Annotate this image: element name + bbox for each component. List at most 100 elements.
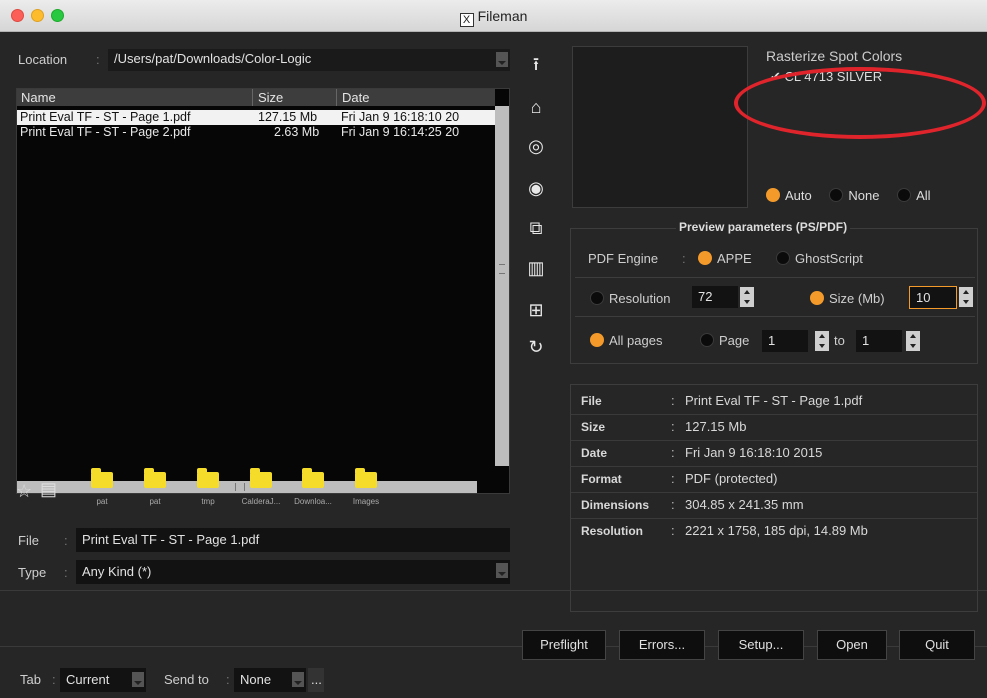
divider [0, 590, 987, 591]
page-from-stepper[interactable] [815, 331, 829, 351]
page-from-input[interactable]: 1 [762, 330, 808, 352]
type-label: Type [18, 565, 47, 580]
tab-value: Current [66, 672, 110, 687]
radio-off-icon [590, 291, 604, 305]
bookmark-folder[interactable]: pat [129, 468, 181, 506]
file-row[interactable]: Print Eval TF - ST - Page 1.pdf 127.15 M… [17, 110, 495, 125]
radio-auto[interactable]: Auto [766, 188, 812, 203]
radio-on-icon [766, 188, 780, 202]
info-colon: : [671, 445, 675, 460]
disc-icon[interactable]: ◉ [526, 178, 546, 198]
column-header-name[interactable]: Name [21, 90, 56, 105]
refresh-icon[interactable]: ↻ [526, 337, 546, 357]
network-icon[interactable]: ⧉ [526, 218, 546, 238]
file-size: 2.63 Mb [274, 125, 320, 139]
file-date: Fri Jan 9 16:18:10 20 [341, 110, 460, 124]
bookmark-folder[interactable]: pat [76, 468, 128, 506]
info-row: File: Print Eval TF - ST - Page 1.pdf [571, 389, 977, 415]
bookmark-folder[interactable]: CalderaJ... [235, 468, 287, 506]
new-folder-icon[interactable]: ⊞ [526, 300, 546, 320]
bookmark-label: Downloa... [294, 497, 332, 506]
radio-off-icon [897, 188, 912, 202]
vertical-scrollbar[interactable] [495, 106, 509, 466]
page-to-input[interactable]: 1 [856, 330, 902, 352]
location-dropdown[interactable]: /Users/pat/Downloads/Color-Logic [108, 49, 510, 71]
spot-colors-title: Rasterize Spot Colors [766, 48, 903, 64]
bookmark-folder[interactable]: Images [340, 468, 392, 506]
file-type-value: Any Kind (*) [82, 564, 152, 579]
info-value: Print Eval TF - ST - Page 1.pdf [685, 393, 863, 408]
fileman-app: Location : /Users/pat/Downloads/Color-Lo… [0, 32, 987, 698]
column-header-date[interactable]: Date [342, 90, 369, 105]
bookmark-label: tmp [201, 497, 215, 506]
preflight-button[interactable]: Preflight [522, 630, 606, 660]
radio-off-icon [829, 188, 844, 202]
errors-button[interactable]: Errors... [619, 630, 705, 660]
engine-appe-radio[interactable]: APPE [698, 251, 752, 266]
file-info-panel: File: Print Eval TF - ST - Page 1.pdf Siz… [570, 384, 978, 612]
info-row: Dimensions:304.85 x 241.35 mm [571, 493, 977, 519]
window-icon[interactable]: ▥ [526, 258, 546, 278]
info-key: Size [581, 420, 606, 434]
volumes-icon[interactable]: ▤ [40, 479, 57, 500]
chevron-down-icon [496, 563, 508, 578]
file-type-dropdown[interactable]: Any Kind (*) [76, 560, 510, 584]
info-row: Size:127.15 Mb [571, 415, 977, 441]
send-to-dropdown[interactable]: None [234, 668, 306, 692]
file-list[interactable]: Name Size Date Print Eval TF - ST - Page… [16, 88, 510, 494]
info-value: PDF (protected) [685, 471, 778, 486]
size-input[interactable]: 10 [909, 286, 957, 309]
quit-button[interactable]: Quit [899, 630, 975, 660]
info-colon: : [671, 497, 675, 512]
info-value: 2221 x 1758, 185 dpi, 14.89 Mb [685, 523, 868, 538]
column-header-size[interactable]: Size [258, 90, 283, 105]
radio-label: GhostScript [795, 251, 863, 266]
preview-thumbnail [572, 46, 748, 208]
send-to-more-button[interactable]: ... [308, 668, 324, 692]
file-colon: : [64, 533, 68, 548]
info-colon: : [671, 523, 675, 538]
bookmark-folder[interactable]: Downloa... [287, 468, 339, 506]
info-value: Fri Jan 9 16:18:10 2015 [685, 445, 823, 460]
resolution-radio[interactable]: Resolution [590, 291, 670, 306]
scroll-grip[interactable] [499, 264, 505, 274]
info-row: Format: PDF (protected) [571, 467, 977, 493]
info-key: Format [581, 472, 622, 486]
add-bookmark-icon[interactable]: ☆ [16, 481, 32, 502]
setup-button[interactable]: Setup... [718, 630, 804, 660]
bookmark-label: Images [352, 497, 380, 506]
radio-none[interactable]: None [829, 188, 879, 203]
radio-on-icon [590, 333, 604, 347]
info-colon: : [671, 393, 675, 408]
bookmark-folder[interactable]: tmp [182, 468, 234, 506]
send-to-label: Send to [164, 672, 209, 687]
page-range-radio[interactable]: Page [700, 333, 749, 348]
resolution-stepper[interactable] [740, 287, 754, 307]
open-button[interactable]: Open [817, 630, 887, 660]
size-stepper[interactable] [959, 287, 973, 307]
navigate-icon[interactable]: ◎ [526, 136, 546, 156]
size-radio[interactable]: Size (Mb) [810, 291, 885, 306]
column-separator[interactable] [336, 89, 337, 106]
preview-parameters-title: Preview parameters (PS/PDF) [676, 220, 851, 234]
radio-label: None [848, 188, 880, 203]
tab-dropdown[interactable]: Current [60, 668, 146, 692]
radio-off-icon [700, 333, 714, 347]
radio-label: Auto [785, 188, 812, 203]
folder-icon [355, 468, 377, 488]
column-separator[interactable] [252, 89, 253, 106]
file-name-input[interactable]: Print Eval TF - ST - Page 1.pdf [76, 528, 510, 552]
all-pages-radio[interactable]: All pages [590, 333, 662, 348]
parent-folder-icon[interactable]: ⭱ [526, 54, 546, 74]
page-to-stepper[interactable] [906, 331, 920, 351]
radio-all[interactable]: All [897, 188, 931, 203]
file-row[interactable]: Print Eval TF - ST - Page 2.pdf 2.63 Mb … [17, 125, 495, 140]
info-colon: : [671, 471, 675, 486]
engine-ghostscript-radio[interactable]: GhostScript [776, 251, 863, 266]
resolution-input[interactable]: 72 [692, 286, 738, 308]
radio-label: APPE [717, 251, 752, 266]
info-value: 127.15 Mb [685, 419, 747, 434]
pdf-engine-colon: : [682, 251, 686, 266]
tab-label: Tab [20, 672, 41, 687]
home-icon[interactable]: ⌂ [526, 97, 546, 117]
